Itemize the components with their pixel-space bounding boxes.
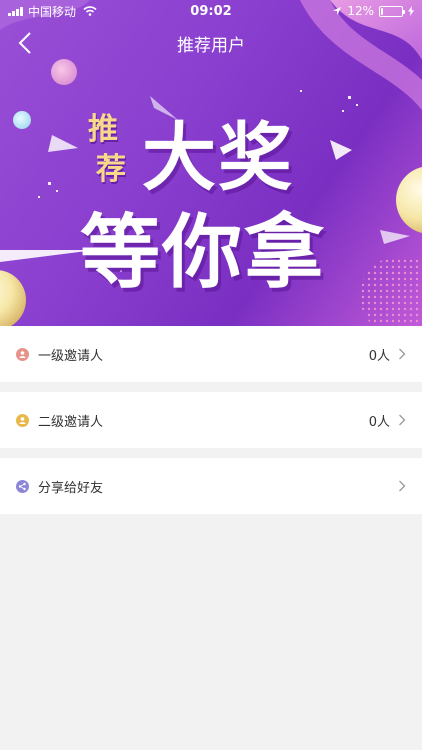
row-count: 0人 — [368, 414, 390, 430]
share-icon — [16, 479, 29, 493]
banner-badge-line2: 荐 — [96, 152, 126, 187]
page-title: 推荐用户 — [177, 35, 245, 56]
carrier-name: 中国移动 — [28, 4, 77, 19]
banner-badge-line1: 推 — [88, 112, 118, 147]
wifi-icon — [83, 6, 97, 16]
chevron-right-icon — [399, 348, 406, 360]
user-icon — [16, 413, 29, 427]
back-button[interactable] — [10, 28, 40, 58]
battery-percent: 12% — [347, 4, 374, 18]
status-bar: 中国移动 09:02 12% — [0, 0, 422, 22]
list-item-share-to-friends[interactable]: 分享给好友 — [0, 458, 422, 514]
chevron-right-icon — [399, 480, 406, 492]
status-time: 09:02 — [190, 3, 232, 19]
user-icon — [16, 347, 29, 361]
banner-headline-line2: 等你拿 — [80, 206, 326, 299]
signal-icon — [8, 6, 23, 16]
chevron-left-icon — [18, 32, 31, 54]
chevron-right-icon — [399, 414, 406, 426]
location-arrow-icon — [333, 7, 342, 15]
navigation-bar: 推荐用户 — [0, 22, 422, 64]
row-label: 分享给好友 — [38, 480, 104, 496]
list-item-second-level-inviter[interactable]: 二级邀请人 0人 — [0, 392, 422, 448]
row-label: 一级邀请人 — [38, 348, 104, 364]
list-item-first-level-inviter[interactable]: 一级邀请人 0人 — [0, 326, 422, 382]
page: 推 荐 大奖 等你拿 中国移动 09:02 12% 推荐用户 一级邀请人 0人 … — [0, 0, 422, 750]
battery-icon — [379, 5, 405, 17]
row-label: 二级邀请人 — [38, 414, 104, 430]
row-count: 0人 — [368, 348, 390, 364]
charging-icon — [408, 6, 414, 16]
